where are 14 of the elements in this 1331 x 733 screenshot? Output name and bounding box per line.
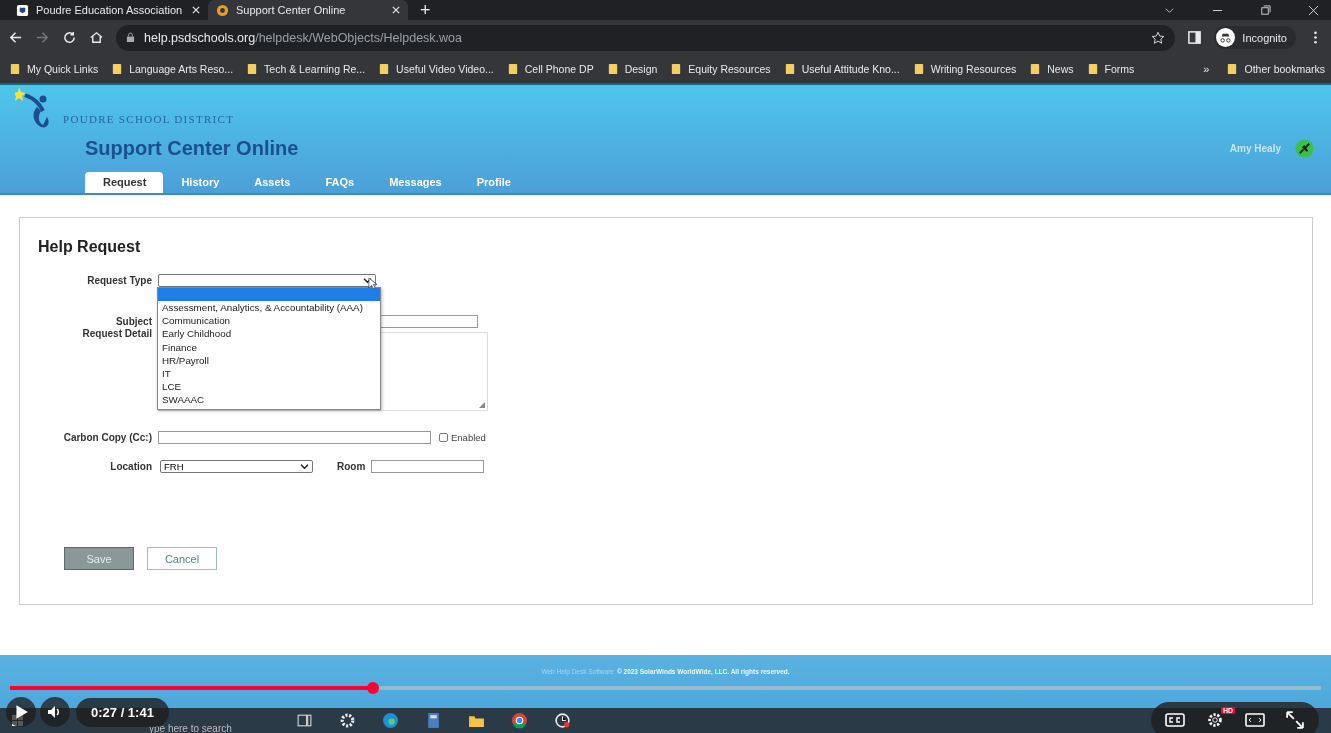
form-title: Help Request bbox=[38, 238, 142, 256]
url-host: help.psdschools.org bbox=[144, 30, 256, 45]
checkbox-label: Enabled bbox=[451, 432, 486, 443]
field-label: Location bbox=[109, 461, 152, 472]
field-label: Carbon Copy (Cc:) bbox=[62, 432, 152, 443]
video-time: 0:27 / 1:41 bbox=[76, 697, 169, 727]
district-name: POUDRE SCHOOL DISTRICT bbox=[63, 113, 235, 125]
field-label: Request Type bbox=[86, 275, 152, 286]
field-label: Room bbox=[337, 461, 366, 472]
user-name: Amy Healy bbox=[1229, 142, 1281, 154]
site-title: Support Center Online bbox=[85, 136, 299, 160]
url-path: /helpdesk/WebObjects/Helpdesk.woa bbox=[255, 30, 462, 45]
field-label: Request Detail bbox=[81, 328, 152, 339]
field-label: Subject bbox=[114, 316, 152, 327]
